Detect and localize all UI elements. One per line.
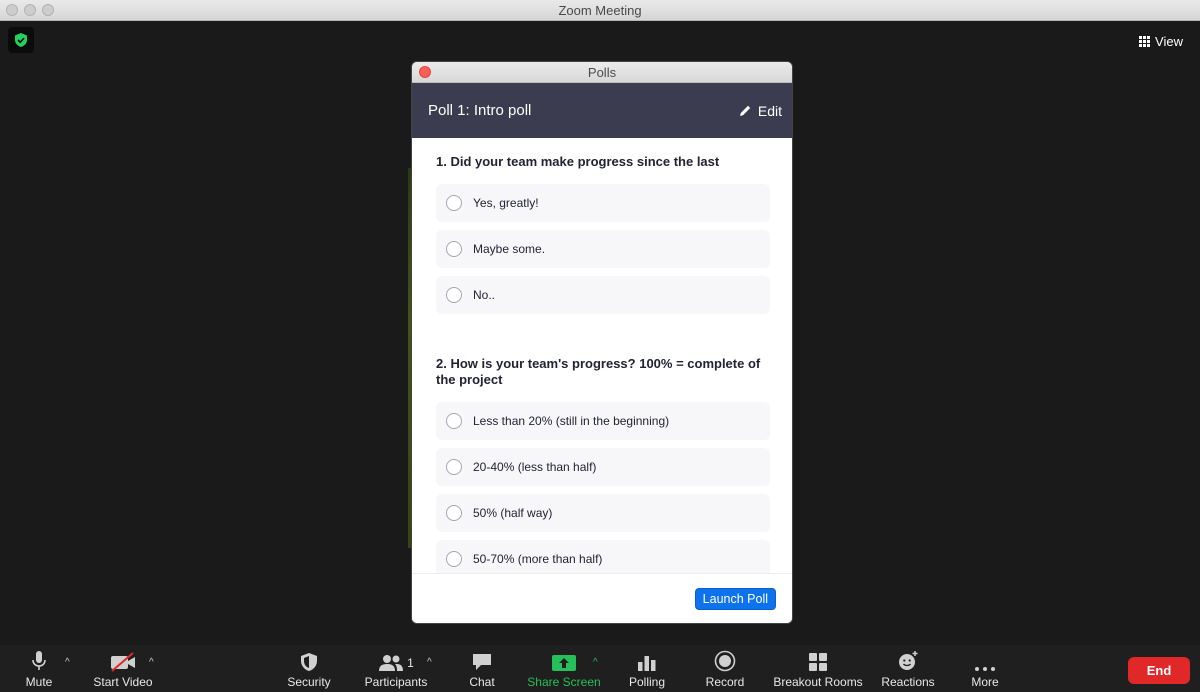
option-1-3[interactable]: No.. [436, 276, 770, 314]
polls-titlebar: Polls [412, 62, 792, 83]
radio-button[interactable] [446, 287, 462, 303]
end-meeting-button[interactable]: End [1128, 657, 1190, 684]
window-titlebar: Zoom Meeting [0, 0, 1200, 21]
shield-icon [301, 653, 317, 671]
breakout-rooms-label: Breakout Rooms [773, 675, 863, 689]
option-label: Maybe some. [473, 242, 546, 256]
chat-button[interactable]: Chat [466, 645, 498, 692]
chat-label: Chat [469, 675, 495, 689]
record-icon [714, 650, 736, 672]
option-2-4[interactable]: 50-70% (more than half) [436, 540, 770, 573]
reactions-button[interactable]: Reactions [878, 645, 938, 692]
polling-label: Polling [628, 675, 666, 689]
polls-window-title: Polls [587, 65, 617, 80]
share-screen-label: Share Screen [527, 675, 601, 689]
poll-header: Poll 1: Intro poll Edit [412, 83, 792, 138]
start-video-label: Start Video [93, 675, 153, 689]
share-screen-button[interactable]: Share Screen [526, 645, 602, 692]
option-2-3[interactable]: 50% (half way) [436, 494, 770, 532]
polling-button[interactable]: Polling [626, 645, 668, 692]
participants-options-caret[interactable]: ^ [427, 657, 432, 668]
poll-questions[interactable]: 1. Did your team make progress since the… [412, 138, 792, 573]
video-options-caret[interactable]: ^ [149, 657, 154, 668]
radio-button[interactable] [446, 413, 462, 429]
view-label: View [1155, 34, 1183, 49]
security-button[interactable]: Security [284, 645, 334, 692]
grid-icon [1139, 36, 1151, 47]
video-off-icon [111, 652, 135, 672]
record-label: Record [705, 675, 745, 689]
chat-icon [473, 654, 491, 670]
launch-poll-button[interactable]: Launch Poll [694, 588, 776, 610]
option-2-2[interactable]: 20-40% (less than half) [436, 448, 770, 486]
poll-name: Poll 1: Intro poll [428, 102, 532, 119]
participants-button[interactable]: 1 Participants [360, 645, 432, 692]
reactions-label: Reactions [881, 675, 935, 689]
edit-poll-button[interactable]: Edit [739, 103, 782, 119]
option-label: 50-70% (more than half) [473, 552, 603, 566]
audio-options-caret[interactable]: ^ [65, 657, 70, 668]
smiley-icon [899, 651, 918, 670]
mute-button[interactable]: Mute [20, 645, 58, 692]
breakout-rooms-icon [809, 653, 827, 671]
view-button[interactable]: View [1139, 34, 1183, 49]
window-title: Zoom Meeting [558, 3, 642, 18]
question-2: 2. How is your team's progress? 100% = c… [436, 356, 761, 387]
more-dots-icon [975, 667, 995, 671]
participants-count: 1 [407, 656, 414, 670]
option-2-1[interactable]: Less than 20% (still in the beginning) [436, 402, 770, 440]
pencil-icon [739, 105, 751, 116]
participants-label: Participants [364, 675, 428, 689]
share-options-caret[interactable]: ^ [593, 657, 598, 668]
poll-footer: Launch Poll [412, 573, 792, 623]
radio-button[interactable] [446, 459, 462, 475]
microphone-icon [32, 651, 46, 670]
start-video-button[interactable]: Start Video [90, 645, 156, 692]
option-1-2[interactable]: Maybe some. [436, 230, 770, 268]
mute-label: Mute [25, 675, 53, 689]
option-label: 20-40% (less than half) [473, 460, 597, 474]
radio-button[interactable] [446, 241, 462, 257]
security-label: Security [287, 675, 331, 689]
breakout-rooms-button[interactable]: Breakout Rooms [772, 645, 864, 692]
share-screen-icon [552, 655, 576, 671]
option-label: Yes, greatly! [473, 196, 539, 210]
option-label: No.. [473, 288, 496, 302]
participants-icon [379, 655, 404, 671]
record-button[interactable]: Record [704, 645, 746, 692]
radio-button[interactable] [446, 505, 462, 521]
option-label: Less than 20% (still in the beginning) [473, 414, 670, 428]
more-button[interactable]: More [966, 645, 1004, 692]
edit-label: Edit [757, 102, 782, 119]
option-label: 50% (half way) [473, 506, 553, 520]
option-1-1[interactable]: Yes, greatly! [436, 184, 770, 222]
question-1: 1. Did your team make progress since the… [436, 154, 720, 169]
more-label: More [971, 675, 999, 689]
polls-window: Polls Poll 1: Intro poll Edit 1. Did you… [412, 62, 792, 623]
bar-chart-icon [638, 656, 656, 671]
encryption-shield-icon[interactable] [8, 27, 34, 53]
radio-button[interactable] [446, 551, 462, 567]
meeting-toolbar: Mute ^ Start Video ^ Security 1 Particip… [0, 645, 1200, 692]
radio-button[interactable] [446, 195, 462, 211]
